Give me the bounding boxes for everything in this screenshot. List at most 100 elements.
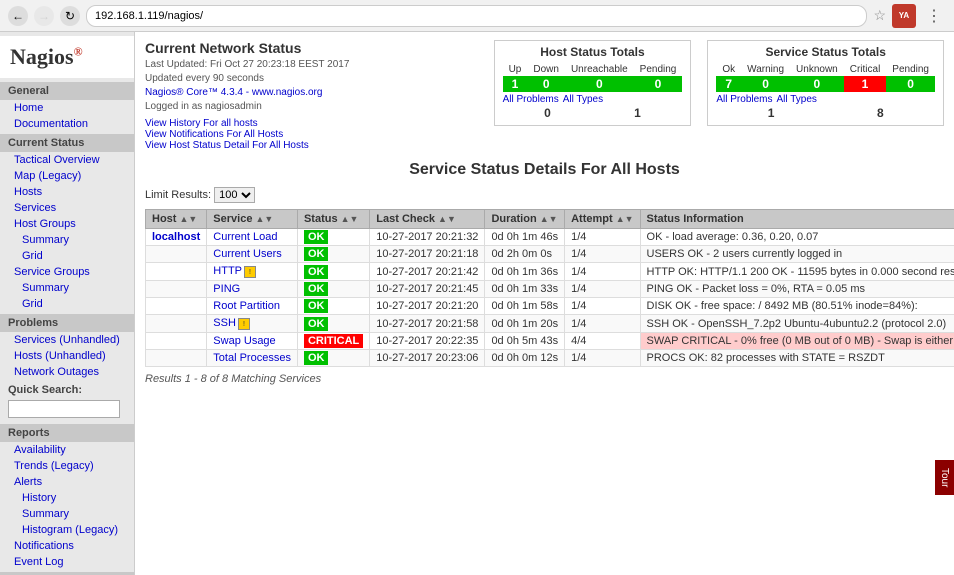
sidebar-item-network-outages[interactable]: Network Outages: [0, 364, 134, 380]
last-check-cell: 10-27-2017 20:21:18: [370, 246, 485, 263]
service-link[interactable]: Current Load: [213, 231, 277, 243]
service-link[interactable]: PING: [213, 283, 240, 295]
duration-cell: 0d 0h 1m 33s: [485, 281, 565, 298]
service-link[interactable]: Current Users: [213, 248, 281, 260]
sidebar-item-hg-summary[interactable]: Summary: [0, 232, 134, 248]
service-warning-icon: !: [238, 318, 250, 330]
limit-results-select[interactable]: 25 50 100 All: [214, 187, 255, 203]
menu-button[interactable]: ⋮: [922, 4, 946, 28]
sidebar-item-hosts[interactable]: Hosts: [0, 184, 134, 200]
view-notifications-link[interactable]: View Notifications For All Hosts: [145, 129, 474, 140]
host-sub-val1[interactable]: 0: [503, 105, 593, 121]
svc-critical-val[interactable]: 1: [844, 76, 887, 92]
sidebar-item-map[interactable]: Map (Legacy): [0, 168, 134, 184]
page-header: Current Network Status Last Updated: Fri…: [145, 40, 944, 151]
quick-search-input[interactable]: [8, 400, 120, 418]
host-sort-icon[interactable]: ▲▼: [180, 214, 198, 224]
host-all-problems-link[interactable]: All Problems: [503, 94, 559, 105]
service-status-table: Host ▲▼ Service ▲▼ Status ▲▼ Last Check …: [145, 209, 954, 367]
view-host-status-link[interactable]: View Host Status Detail For All Hosts: [145, 140, 474, 151]
service-link[interactable]: Root Partition: [213, 300, 280, 312]
svc-ok-val[interactable]: 7: [716, 76, 741, 92]
host-cell: [146, 263, 207, 281]
service-totals-links: All Problems All Types: [716, 94, 935, 105]
attempt-cell: 1/4: [565, 281, 640, 298]
last-check-cell: 10-27-2017 20:22:35: [370, 333, 485, 350]
lastcheck-sort-icon[interactable]: ▲▼: [438, 214, 456, 224]
attempt-cell: 1/4: [565, 246, 640, 263]
sidebar-item-sg-summary[interactable]: Summary: [0, 280, 134, 296]
col-status: Status ▲▼: [297, 210, 369, 229]
sidebar-item-documentation[interactable]: Documentation: [0, 116, 134, 132]
status-cell: OK: [297, 315, 369, 333]
host-status-pending-header: Pending: [634, 63, 683, 76]
status-cell: OK: [297, 298, 369, 315]
sidebar-item-hosts-unhandled[interactable]: Hosts (Unhandled): [0, 348, 134, 364]
url-bar[interactable]: [86, 5, 867, 27]
sidebar-item-alerts-histogram[interactable]: Histogram (Legacy): [0, 522, 134, 538]
forward-button[interactable]: →: [34, 6, 54, 26]
svc-warning-val[interactable]: 0: [741, 76, 790, 92]
bookmark-icon[interactable]: ☆: [873, 7, 886, 24]
sidebar-item-services-unhandled[interactable]: Services (Unhandled): [0, 332, 134, 348]
duration-sort-icon[interactable]: ▲▼: [540, 214, 558, 224]
attempt-cell: 1/4: [565, 315, 640, 333]
host-status-up-val[interactable]: 1: [503, 76, 528, 92]
service-link[interactable]: Swap Usage: [213, 335, 275, 347]
svc-pending-val[interactable]: 0: [886, 76, 935, 92]
attempt-sort-icon[interactable]: ▲▼: [616, 214, 634, 224]
svc-sub-val2[interactable]: 8: [826, 105, 935, 121]
logo-area: Nagios®: [0, 36, 134, 78]
sidebar-item-tactical-overview[interactable]: Tactical Overview: [0, 152, 134, 168]
attempt-cell: 4/4: [565, 333, 640, 350]
host-status-unreachable-val[interactable]: 0: [565, 76, 634, 92]
table-row: Root PartitionOK10-27-2017 20:21:200d 0h…: [146, 298, 954, 315]
reload-button[interactable]: ↻: [60, 6, 80, 26]
service-link[interactable]: HTTP: [213, 265, 242, 277]
nagios-logo: Nagios®: [10, 44, 83, 69]
sidebar-item-alerts[interactable]: Alerts: [0, 474, 134, 490]
status-badge: OK: [304, 317, 329, 331]
sidebar-item-alerts-summary[interactable]: Summary: [0, 506, 134, 522]
service-link[interactable]: Total Processes: [213, 352, 291, 364]
tour-button[interactable]: Tour: [935, 460, 954, 495]
sidebar: Nagios® General Home Documentation Curre…: [0, 32, 135, 575]
host-sub-val2[interactable]: 1: [592, 105, 682, 121]
host-status-down-val[interactable]: 0: [527, 76, 565, 92]
svc-all-problems-link[interactable]: All Problems: [716, 94, 772, 105]
table-row: SSH!OK10-27-2017 20:21:580d 0h 1m 20s1/4…: [146, 315, 954, 333]
service-link[interactable]: SSH: [213, 317, 236, 329]
sidebar-item-sg-grid[interactable]: Grid: [0, 296, 134, 312]
host-cell: [146, 281, 207, 298]
info-cell: DISK OK - free space: / 8492 MB (80.51% …: [640, 298, 954, 315]
status-sort-icon[interactable]: ▲▼: [341, 214, 359, 224]
last-check-cell: 10-27-2017 20:21:45: [370, 281, 485, 298]
limit-results-label: Limit Results:: [145, 189, 211, 201]
sidebar-item-services[interactable]: Services: [0, 200, 134, 216]
host-status-up-header: Up: [503, 63, 528, 76]
sidebar-item-trends[interactable]: Trends (Legacy): [0, 458, 134, 474]
svc-unknown-val[interactable]: 0: [790, 76, 844, 92]
service-sort-icon[interactable]: ▲▼: [256, 214, 274, 224]
back-button[interactable]: ←: [8, 6, 28, 26]
info-cell: USERS OK - 2 users currently logged in: [640, 246, 954, 263]
host-status-pending-val[interactable]: 0: [634, 76, 683, 92]
sidebar-item-home[interactable]: Home: [0, 100, 134, 116]
host-all-types-link[interactable]: All Types: [563, 94, 603, 105]
sidebar-item-hg-grid[interactable]: Grid: [0, 248, 134, 264]
sidebar-item-availability[interactable]: Availability: [0, 442, 134, 458]
svc-sub-val1[interactable]: 1: [716, 105, 825, 121]
sidebar-item-host-groups[interactable]: Host Groups: [0, 216, 134, 232]
host-status-table: Up Down Unreachable Pending 1 0 0 0: [503, 63, 683, 92]
status-cell: OK: [297, 350, 369, 367]
host-status-totals: Host Status Totals Up Down Unreachable P…: [494, 40, 692, 126]
sidebar-item-service-groups[interactable]: Service Groups: [0, 264, 134, 280]
nagios-version-link[interactable]: Nagios® Core™ 4.3.4 - www.nagios.org: [145, 87, 322, 98]
svc-all-types-link[interactable]: All Types: [777, 94, 817, 105]
view-history-link[interactable]: View History For all hosts: [145, 118, 474, 129]
app-container: Nagios® General Home Documentation Curre…: [0, 32, 954, 575]
sidebar-item-alerts-history[interactable]: History: [0, 490, 134, 506]
sidebar-item-notifications[interactable]: Notifications: [0, 538, 134, 554]
sidebar-item-event-log[interactable]: Event Log: [0, 554, 134, 570]
host-link[interactable]: localhost: [152, 231, 200, 243]
